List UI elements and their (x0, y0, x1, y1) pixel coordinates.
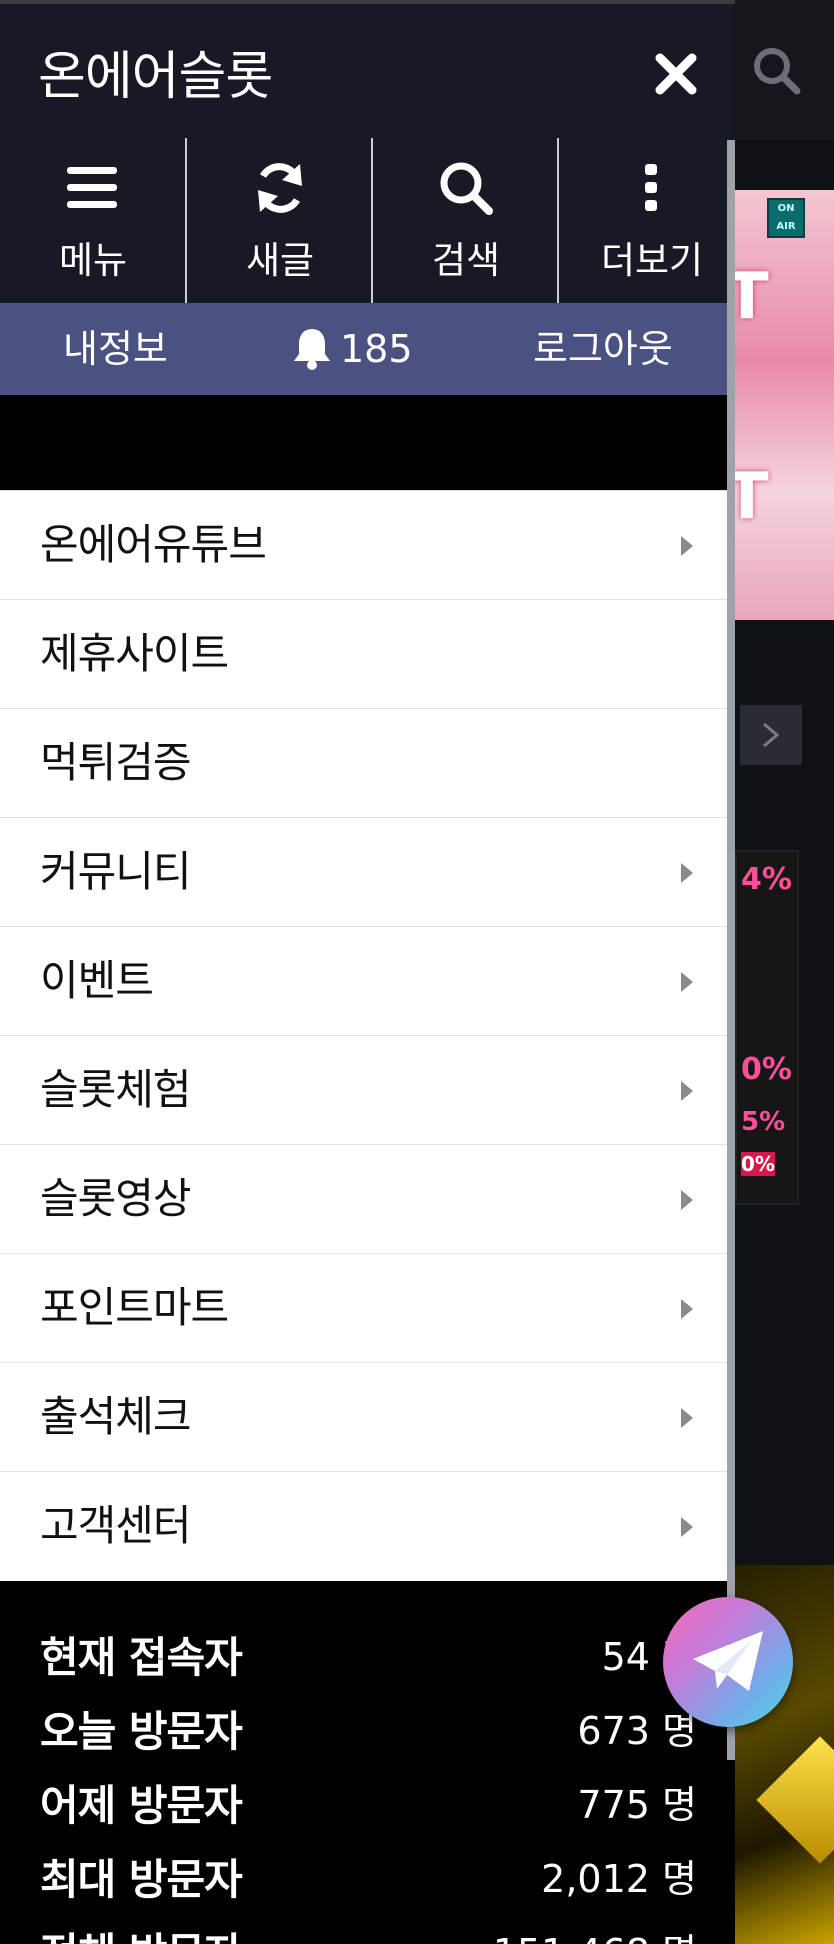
caret-right-icon (681, 863, 693, 883)
menu-item-label: 슬롯영상 (40, 1174, 192, 1223)
menu-item-point-mart[interactable]: 포인트마트 (0, 1254, 735, 1363)
caret-right-icon (681, 1081, 693, 1101)
stat-total-visitors: 전체 방문자 151,468 명 (0, 1920, 735, 1944)
drawer-spacer (0, 395, 735, 490)
caret-right-icon (681, 536, 693, 556)
diamond-decoration (756, 1736, 834, 1864)
toolbar-menu-button[interactable]: 메뉴 (0, 138, 186, 303)
menu-item-events[interactable]: 이벤트 (0, 927, 735, 1036)
stat-value: 151,468 명 (493, 1922, 697, 1944)
menu-item-partner-sites[interactable]: 제휴사이트 (0, 600, 735, 709)
menu-item-label: 커뮤니티 (40, 847, 192, 896)
menu-item-label: 이벤트 (40, 956, 154, 1005)
toolbar-new-posts-label: 새글 (245, 239, 315, 282)
drawer-menu: 온에어유튜브 제휴사이트 먹튀검증 커뮤니티 이벤트 슬롯체험 슬롯영상 포인트… (0, 490, 735, 1581)
menu-item-label: 먹튀검증 (40, 738, 192, 787)
toolbar-search-label: 검색 (431, 239, 501, 282)
promo-banner[interactable]: ON AIR T T (725, 190, 834, 620)
drawer-header: 온에어슬롯 (0, 0, 735, 138)
stat-label: 오늘 방문자 (40, 1707, 243, 1756)
stat-current-users: 현재 접속자 54 명 (0, 1624, 735, 1694)
logout-link[interactable]: 로그아웃 (533, 321, 673, 377)
caret-right-icon (681, 1299, 693, 1319)
menu-item-scam-verification[interactable]: 먹튀검증 (0, 709, 735, 818)
stat-yesterday-visitors: 어제 방문자 775 명 (0, 1772, 735, 1842)
menu-item-label: 제휴사이트 (40, 629, 229, 678)
notification-count[interactable]: 185 (340, 321, 413, 377)
stat-label: 어제 방문자 (40, 1781, 243, 1830)
menu-item-slot-trial[interactable]: 슬롯체험 (0, 1036, 735, 1145)
menu-item-slot-videos[interactable]: 슬롯영상 (0, 1145, 735, 1254)
on-air-badge: ON AIR (767, 198, 805, 238)
stat-value: 775 명 (577, 1783, 697, 1827)
stat-label: 현재 접속자 (40, 1633, 243, 1682)
search-icon[interactable] (750, 44, 802, 96)
caret-right-icon (681, 1408, 693, 1428)
menu-item-label: 출석체크 (40, 1392, 192, 1441)
stat-label: 전체 방문자 (40, 1920, 243, 1944)
refresh-icon (258, 163, 302, 213)
menu-item-label: 고객센터 (40, 1501, 192, 1550)
toolbar-search-button[interactable]: 검색 (373, 138, 559, 303)
drawer-toolbar: 메뉴 새글 검색 더보기 (0, 138, 735, 303)
caret-right-icon (681, 1190, 693, 1210)
chevron-right-icon (763, 722, 780, 748)
toolbar-more-button[interactable]: 더보기 (559, 138, 735, 303)
menu-item-attendance[interactable]: 출석체크 (0, 1363, 735, 1472)
menu-item-label: 포인트마트 (40, 1283, 229, 1332)
close-icon[interactable] (650, 48, 702, 100)
toolbar-new-posts-button[interactable]: 새글 (187, 138, 373, 303)
caret-right-icon (681, 972, 693, 992)
menu-item-community[interactable]: 커뮤니티 (0, 818, 735, 927)
drawer-scrollbar[interactable] (727, 140, 735, 1760)
stat-value: 2,012 명 (541, 1857, 697, 1901)
stat-value: 673 명 (577, 1709, 697, 1753)
menu-item-label: 슬롯체험 (40, 1065, 192, 1114)
promo-banner-secondary[interactable]: 4% 0% 5% 0% (735, 850, 799, 1205)
menu-item-label: 온에어유튜브 (40, 520, 267, 569)
toolbar-menu-label: 메뉴 (58, 239, 128, 282)
menu-item-customer-center[interactable]: 고객센터 (0, 1472, 735, 1581)
my-info-link[interactable]: 내정보 (63, 321, 168, 377)
telegram-icon (693, 1631, 763, 1691)
search-icon (440, 162, 493, 215)
stat-today-visitors: 오늘 방문자 673 명 (0, 1698, 735, 1768)
visitor-stats: 현재 접속자 54 명 오늘 방문자 673 명 어제 방문자 775 명 최대… (0, 1582, 735, 1944)
side-drawer: 온에어슬롯 메뉴 새글 검색 더보기 내정보 185 로그아웃 온에어유튜브 제… (0, 0, 735, 1944)
hamburger-icon (67, 167, 117, 208)
stat-max-visitors: 최대 방문자 2,012 명 (0, 1846, 735, 1916)
user-bar: 내정보 185 로그아웃 (0, 303, 735, 395)
more-vertical-icon (645, 164, 657, 211)
menu-item-onair-youtube[interactable]: 온에어유튜브 (0, 491, 735, 600)
site-title[interactable]: 온에어슬롯 (38, 34, 273, 109)
stat-label: 최대 방문자 (40, 1855, 243, 1904)
bell-icon[interactable] (290, 325, 334, 371)
telegram-floating-button[interactable] (663, 1597, 793, 1727)
toolbar-more-label: 더보기 (600, 239, 704, 282)
caret-right-icon (681, 1517, 693, 1537)
carousel-next-button[interactable] (740, 705, 802, 765)
